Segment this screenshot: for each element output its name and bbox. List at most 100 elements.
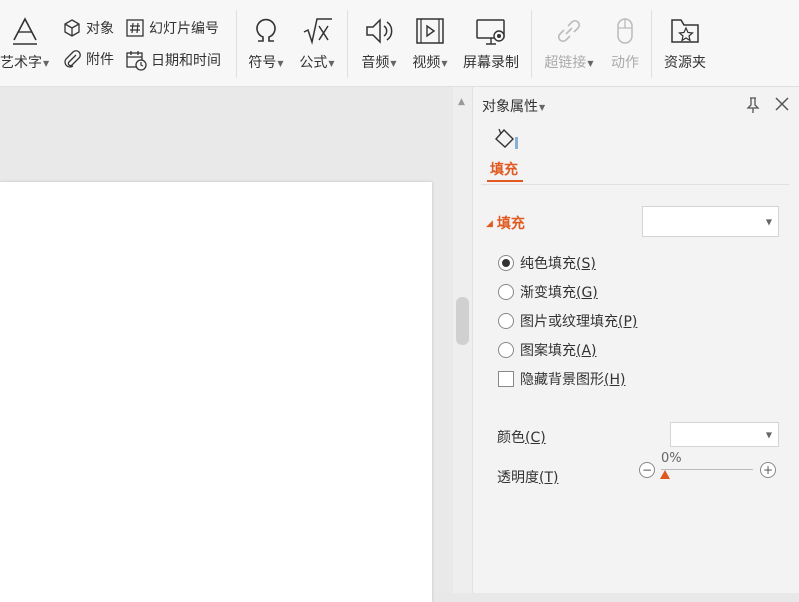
pattern-fill-radio[interactable] — [498, 342, 514, 358]
tab-fill[interactable]: 填充 — [490, 159, 518, 179]
chevron-down-icon: ▼ — [43, 58, 50, 68]
minus-icon[interactable]: − — [639, 462, 655, 478]
gradient-fill-option[interactable]: 渐变填充(G) — [498, 282, 598, 302]
chevron-down-icon: ▼ — [765, 217, 772, 226]
object-properties-panel: 对象属性▼ 填充 ◢ 填充 ▼ 纯色填充(S) 渐变填充(G) 图片或纹理填充(P… — [472, 87, 799, 593]
paint-bucket-icon[interactable] — [493, 127, 521, 153]
symbol-button[interactable]: 符号▼ — [245, 14, 287, 71]
ribbon-separator — [236, 10, 237, 78]
close-icon[interactable] — [773, 95, 791, 113]
omega-icon — [256, 18, 276, 42]
wordart-button[interactable]: 艺术字▼ — [0, 14, 54, 71]
hyperlink-label: 超链接 — [544, 55, 587, 71]
hide-background-checkbox[interactable] — [498, 371, 514, 387]
active-tab-indicator — [487, 180, 523, 182]
gradient-fill-label: 渐变填充 — [520, 285, 576, 301]
solid-fill-radio[interactable] — [498, 255, 514, 271]
picture-fill-label: 图片或纹理填充 — [520, 314, 618, 330]
video-label: 视频 — [412, 55, 441, 71]
slide-number-button[interactable]: 幻灯片编号 — [125, 18, 219, 38]
fill-preset-dropdown[interactable]: ▼ — [642, 206, 779, 237]
fill-section-header[interactable]: ◢ 填充 — [486, 213, 525, 233]
attachment-label: 附件 — [86, 52, 114, 68]
wordart-icon — [13, 17, 37, 45]
chevron-down-icon: ▼ — [277, 58, 284, 68]
scroll-up-icon[interactable]: ▲ — [458, 97, 465, 107]
transparency-label-row: 透明度(T) — [497, 467, 558, 487]
pin-icon[interactable] — [744, 96, 762, 114]
datetime-button[interactable]: 日期和时间 — [125, 49, 221, 71]
chevron-down-icon: ▼ — [765, 430, 772, 439]
transparency-shortcut: (T) — [539, 470, 559, 486]
panel-title: 对象属性 — [482, 99, 538, 115]
picture-fill-option[interactable]: 图片或纹理填充(P) — [498, 311, 637, 331]
color-dropdown[interactable]: ▼ — [670, 422, 779, 447]
mouse-icon — [617, 18, 633, 44]
solid-fill-label: 纯色填充 — [520, 256, 576, 272]
slide-number-label: 幻灯片编号 — [149, 21, 219, 37]
calendar-clock-icon — [126, 51, 147, 71]
slider-track[interactable] — [661, 469, 753, 470]
audio-button[interactable]: 音频▼ — [358, 14, 400, 71]
audio-label: 音频 — [361, 55, 390, 71]
object-button[interactable]: 对象 — [62, 18, 114, 38]
color-shortcut: (C) — [525, 430, 546, 446]
formula-label: 公式 — [299, 55, 328, 71]
ribbon-separator — [651, 10, 652, 78]
chevron-down-icon: ▼ — [328, 58, 335, 68]
action-button[interactable]: 动作 — [606, 14, 644, 71]
ribbon-separator — [347, 10, 348, 78]
chevron-down-icon: ▼ — [539, 102, 546, 112]
hide-background-label: 隐藏背景图形 — [520, 372, 604, 388]
cube-icon — [64, 19, 80, 37]
formula-button[interactable]: 公式▼ — [296, 14, 338, 71]
sqrt-x-icon — [303, 18, 332, 45]
picture-fill-radio[interactable] — [498, 313, 514, 329]
ribbon-separator — [531, 10, 532, 78]
video-icon — [416, 18, 444, 44]
slide-canvas[interactable] — [0, 87, 453, 602]
hide-background-shortcut: (H) — [604, 372, 626, 388]
slide-page[interactable] — [0, 182, 432, 602]
slider-knob[interactable] — [660, 470, 670, 479]
ribbon-toolbar: 艺术字▼ 对象 附件 幻灯片编号 日期和时间 符号▼ 公式▼ 音频▼ 视频▼ 屏… — [0, 0, 799, 87]
pattern-fill-label: 图案填充 — [520, 343, 576, 359]
transparency-label: 透明度 — [497, 470, 539, 486]
resources-button[interactable]: 资源夹 — [660, 14, 710, 71]
pattern-fill-shortcut: (A) — [576, 343, 597, 359]
screen-record-label: 屏幕录制 — [463, 55, 519, 71]
video-button[interactable]: 视频▼ — [409, 14, 451, 71]
symbol-label: 符号 — [248, 55, 277, 71]
speaker-icon — [366, 18, 393, 44]
attachment-button[interactable]: 附件 — [62, 49, 114, 69]
solid-fill-option[interactable]: 纯色填充(S) — [498, 253, 596, 273]
pattern-fill-option[interactable]: 图案填充(A) — [498, 340, 597, 360]
divider — [481, 184, 789, 185]
color-label: 颜色 — [497, 430, 525, 446]
fill-section-label: 填充 — [496, 216, 525, 232]
gradient-fill-radio[interactable] — [498, 284, 514, 300]
vertical-scrollbar[interactable]: ▲ — [453, 87, 472, 593]
hyperlink-button[interactable]: 超链接▼ — [541, 14, 597, 71]
datetime-label: 日期和时间 — [151, 53, 221, 69]
solid-fill-shortcut: (S) — [576, 256, 596, 272]
object-label: 对象 — [86, 21, 114, 37]
gradient-fill-shortcut: (G) — [576, 285, 598, 301]
hide-background-option[interactable]: 隐藏背景图形(H) — [498, 369, 625, 389]
collapse-triangle-icon: ◢ — [486, 219, 493, 229]
hash-icon — [126, 19, 144, 37]
wordart-label: 艺术字 — [0, 55, 42, 71]
resources-label: 资源夹 — [664, 55, 706, 71]
paperclip-icon — [64, 50, 81, 68]
scrollbar-thumb[interactable] — [456, 297, 469, 345]
transparency-value: 0% — [661, 451, 682, 466]
panel-title-dropdown[interactable]: 对象属性▼ — [482, 96, 545, 116]
screen-record-button[interactable]: 屏幕录制 — [459, 14, 523, 71]
chevron-down-icon: ▼ — [390, 58, 397, 68]
chevron-down-icon: ▼ — [441, 58, 448, 68]
link-icon — [557, 19, 581, 43]
action-label: 动作 — [611, 55, 639, 71]
plus-icon[interactable]: + — [760, 462, 776, 478]
color-label-row: 颜色(C) — [497, 427, 546, 447]
screen-record-icon — [476, 19, 505, 45]
